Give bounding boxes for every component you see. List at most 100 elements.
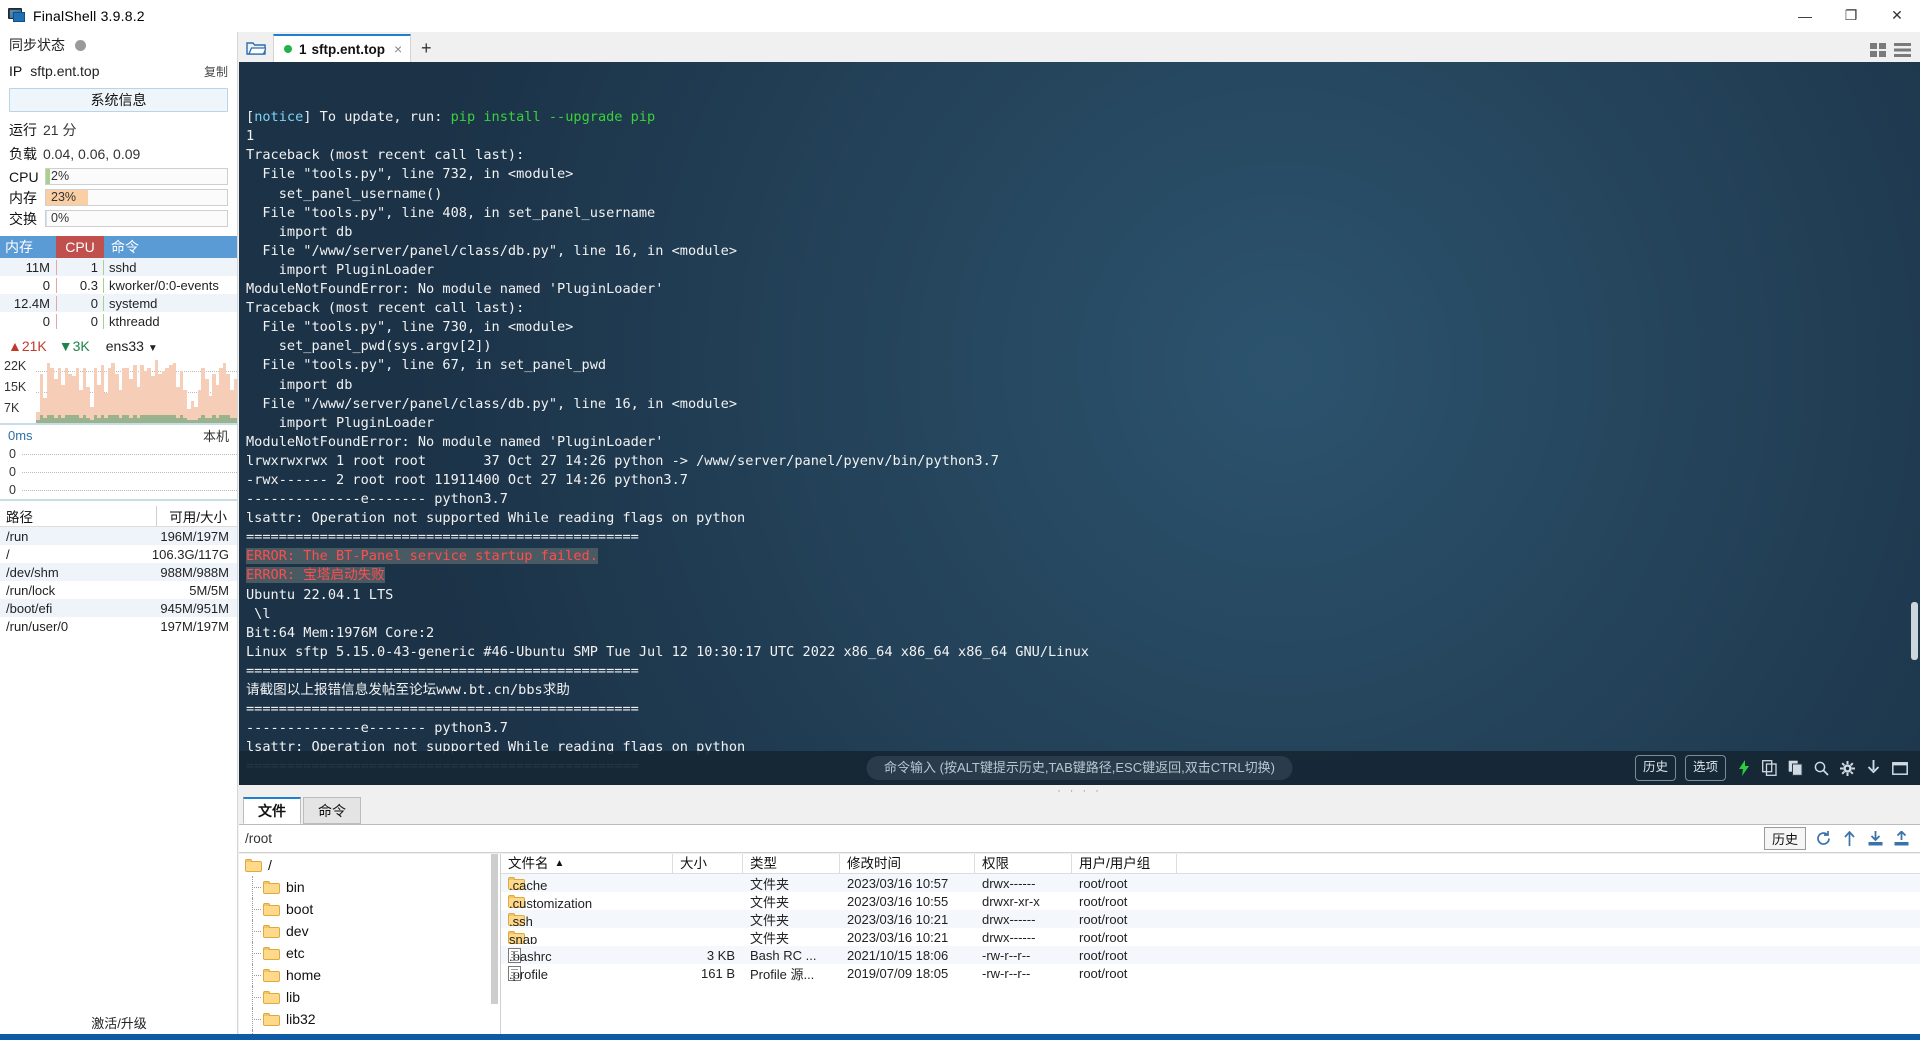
directory-tree[interactable]: /binbootdevetchomeliblib32lib64 (239, 854, 501, 1040)
tree-item[interactable]: dev (239, 920, 500, 942)
download-icon[interactable] (1867, 830, 1884, 847)
disk-row[interactable]: /boot/efi 945M/951M (0, 599, 237, 617)
terminal-history-button[interactable]: 历史 (1634, 755, 1676, 781)
tree-item[interactable]: boot (239, 898, 500, 920)
disk-row[interactable]: /run 196M/197M (0, 527, 237, 545)
download-icon[interactable] (1865, 760, 1882, 777)
upload-icon[interactable] (1893, 830, 1910, 847)
terminal-tab-1[interactable]: 1 sftp.ent.top × (273, 34, 412, 62)
path-input[interactable]: /root (245, 831, 272, 846)
tree-item[interactable]: lib (239, 986, 500, 1008)
terminal-line: [notice] To update, run: pip install --u… (246, 108, 1920, 127)
window-titlebar: FinalShell 3.9.8.2 — ❐ ✕ (0, 0, 1920, 32)
process-row[interactable]: 11M 1 sshd (0, 258, 237, 276)
command-input[interactable]: 命令输入 (按ALT键提示历史,TAB键路径,ESC键返回,双击CTRL切换) (866, 756, 1293, 780)
tree-scrollbar[interactable] (491, 854, 498, 1004)
cpu-label: CPU (9, 168, 39, 185)
file-mtime: 2021/10/15 18:06 (847, 947, 949, 963)
window-icon[interactable] (1891, 760, 1908, 777)
process-col-memory[interactable]: 内存 (0, 237, 56, 257)
terminal-scrollbar[interactable] (1911, 602, 1918, 660)
copy-icon[interactable] (1761, 760, 1778, 777)
disk-col-path[interactable]: 路径 (0, 506, 33, 526)
disk-row[interactable]: / 106.3G/117G (0, 545, 237, 563)
file-name: snap (501, 930, 673, 944)
gear-icon[interactable] (1839, 760, 1856, 777)
process-row[interactable]: 0 0 kthreadd (0, 312, 237, 330)
file-mtime: 2023/03/16 10:57 (847, 875, 949, 891)
disk-path: / (6, 546, 10, 562)
open-folder-icon[interactable] (239, 34, 273, 62)
file-type: Bash RC ... (750, 947, 817, 963)
tree-item[interactable]: lib32 (239, 1008, 500, 1030)
tab-close-icon[interactable]: × (394, 41, 402, 57)
tree-item[interactable]: etc (239, 942, 500, 964)
column-type[interactable]: 类型 (743, 854, 840, 874)
disk-col-size[interactable]: 可用/大小 (156, 505, 237, 526)
file-toolbar: 历史 (1763, 827, 1920, 850)
system-info-button[interactable]: 系统信息 (9, 88, 228, 112)
refresh-icon[interactable] (1815, 830, 1832, 847)
close-button[interactable]: ✕ (1874, 0, 1920, 32)
process-col-cpu[interactable]: CPU (56, 236, 104, 258)
file-row[interactable]: .ssh 文件夹 2023/03/16 10:21 drwx------ root/ro… (501, 910, 1920, 928)
minimize-button[interactable]: — (1782, 0, 1828, 32)
column-filename[interactable]: 文件名 ▲ (501, 854, 673, 874)
terminal-line: Traceback (most recent call last): (246, 299, 1920, 318)
process-row[interactable]: 12.4M 0 systemd (0, 294, 237, 312)
process-row[interactable]: 0 0.3 kworker/0:0-events (0, 276, 237, 294)
file-row[interactable]: .cache 文件夹 2023/03/16 10:57 drwx------ root/… (501, 874, 1920, 892)
terminal-text: \l (246, 605, 271, 622)
disk-row[interactable]: /run/lock 5M/5M (0, 581, 237, 599)
ip-value: sftp.ent.top (30, 63, 100, 79)
tree-indent (245, 942, 263, 964)
tree-item[interactable]: / (239, 854, 500, 876)
load-value: 0.04, 0.06, 0.09 (43, 146, 141, 162)
maximize-button[interactable]: ❐ (1828, 0, 1874, 32)
grid-layout-icon[interactable] (1870, 43, 1887, 62)
latency-row-2: 0 (9, 465, 16, 479)
paste-icon[interactable] (1787, 760, 1804, 777)
folder-icon (263, 946, 280, 960)
file-row[interactable]: .customization 文件夹 2023/03/16 10:55 drwxr-x… (501, 892, 1920, 910)
tree-indent (245, 898, 263, 920)
new-tab-button[interactable]: + (411, 34, 441, 62)
latency-target[interactable]: 本机 (203, 426, 229, 445)
tree-item[interactable]: home (239, 964, 500, 986)
column-owner[interactable]: 用户/用户组 (1072, 854, 1177, 874)
terminal-text: import PluginLoader (246, 414, 435, 431)
network-interface-select[interactable]: ens33 ▼ (106, 338, 158, 354)
panel-resize-handle[interactable]: · · · · (239, 785, 1920, 797)
terminal-text: ========================================… (246, 701, 639, 718)
up-icon[interactable] (1841, 830, 1858, 847)
file-row[interactable]: .profile 161 B Profile 源... 2019/07/09 18:0… (501, 964, 1920, 982)
tab-files[interactable]: 文件 (243, 797, 301, 824)
terminal-options-button[interactable]: 选项 (1684, 755, 1726, 781)
terminal-text: lrwxrwxrwx 1 root root 37 Oct 27 14:26 p… (246, 452, 999, 469)
column-permission[interactable]: 权限 (975, 854, 1072, 874)
terminal-text: File "tools.py", line 732, in <module> (246, 166, 574, 183)
disk-row[interactable]: /run/user/0 197M/197M (0, 617, 237, 635)
terminal-text: pip install --upgrade pip (450, 109, 656, 126)
uptime-row: 运行 21 分 (0, 118, 237, 142)
copy-ip-button[interactable]: 复制 (204, 63, 228, 80)
terminal-text: Ubuntu 22.04.1 LTS (246, 586, 394, 603)
column-mtime[interactable]: 修改时间 (840, 854, 975, 874)
activate-upgrade-link[interactable]: 激活/升级 (0, 1013, 238, 1032)
file-row[interactable]: .bashrc 3 KB Bash RC ... 2021/10/15 18:06 -r… (501, 946, 1920, 964)
column-size[interactable]: 大小 (673, 854, 743, 874)
list-layout-icon[interactable] (1894, 43, 1911, 62)
lightning-icon[interactable] (1735, 760, 1752, 777)
disk-row[interactable]: /dev/shm 988M/988M (0, 563, 237, 581)
sync-status-indicator-icon (75, 39, 86, 51)
file-history-button[interactable]: 历史 (1763, 827, 1806, 850)
tree-item[interactable]: bin (239, 876, 500, 898)
tab-commands[interactable]: 命令 (303, 797, 361, 824)
process-col-command[interactable]: 命令 (104, 237, 139, 257)
terminal-output[interactable]: [notice] To update, run: pip install --u… (239, 62, 1920, 785)
file-row[interactable]: snap 文件夹 2023/03/16 10:21 drwx------ root/ro… (501, 928, 1920, 946)
terminal-line: set_panel_username() (246, 185, 1920, 204)
memory-meter: 23% 445M/1.9G (45, 189, 228, 206)
disk-path: /dev/shm (6, 564, 59, 580)
search-icon[interactable] (1813, 760, 1830, 777)
